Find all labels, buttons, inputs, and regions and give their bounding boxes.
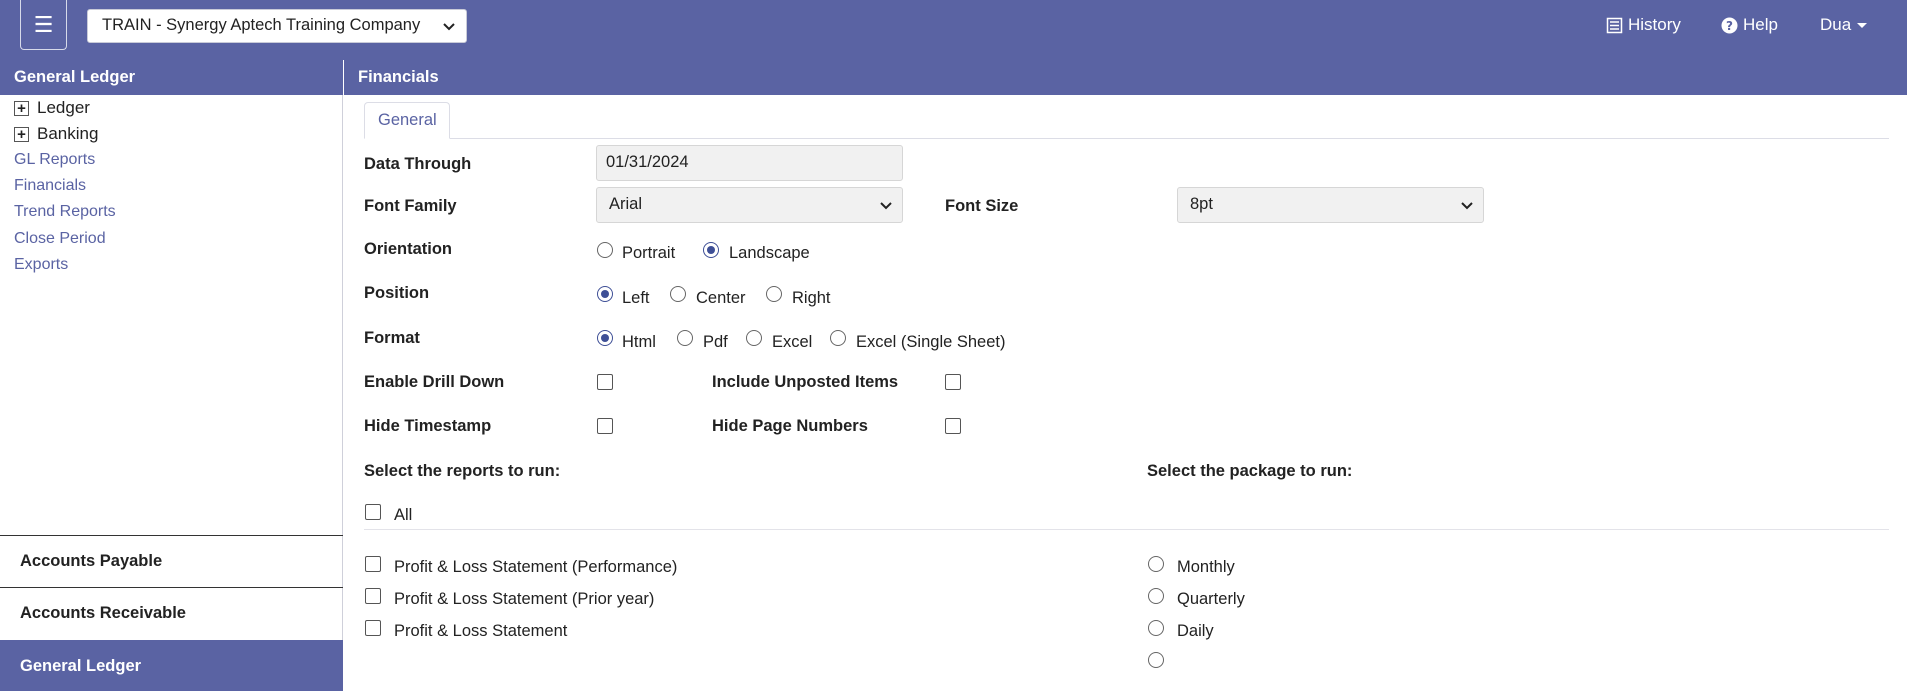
module-accounts-payable[interactable]: Accounts Payable <box>0 535 343 587</box>
sidebar-link-trend-reports[interactable]: Trend Reports <box>14 203 116 221</box>
svg-text:?: ? <box>1726 19 1733 33</box>
font-family-value: Arial <box>609 195 643 213</box>
top-bar: ☰ TRAIN - Synergy Aptech Training Compan… <box>0 0 1907 60</box>
data-through-input[interactable]: 01/31/2024 <box>596 145 903 181</box>
font-size-label: Font Size <box>945 197 1019 215</box>
format-excel-single-radio[interactable] <box>830 330 846 346</box>
all-reports-checkbox[interactable] <box>365 504 381 520</box>
report-label: Profit & Loss Statement (Prior year) <box>394 590 655 608</box>
tree-node-ledger[interactable]: + Ledger <box>14 98 90 118</box>
history-label: History <box>1628 15 1681 34</box>
package-quarterly-label: Quarterly <box>1177 590 1245 608</box>
hide-page-numbers-checkbox[interactable] <box>945 418 961 434</box>
chevron-down-icon <box>880 202 892 210</box>
position-right-radio[interactable] <box>766 286 782 302</box>
orientation-portrait-radio[interactable] <box>597 242 613 258</box>
report-label: Profit & Loss Statement <box>394 622 568 640</box>
help-icon: ? <box>1721 17 1738 33</box>
history-link[interactable]: History <box>1606 15 1681 35</box>
tab-general[interactable]: General <box>364 102 450 139</box>
font-family-label: Font Family <box>364 197 457 215</box>
chevron-down-icon <box>443 23 455 31</box>
font-size-select[interactable]: 8pt <box>1177 187 1484 223</box>
hide-timestamp-label: Hide Timestamp <box>364 417 492 435</box>
format-excel-radio[interactable] <box>746 330 762 346</box>
chevron-down-icon <box>1461 202 1473 210</box>
format-pdf-label: Pdf <box>703 333 728 351</box>
format-label: Format <box>364 329 420 347</box>
include-unposted-label: Include Unposted Items <box>712 373 899 391</box>
sidebar-link-exports[interactable]: Exports <box>14 256 68 274</box>
package-daily-label: Daily <box>1177 622 1214 640</box>
report-checkbox[interactable] <box>365 588 381 604</box>
position-label: Position <box>364 284 430 302</box>
format-excel-single-label: Excel (Single Sheet) <box>856 333 1006 351</box>
font-family-select[interactable]: Arial <box>596 187 903 223</box>
tree-node-label: Ledger <box>37 98 90 117</box>
hide-page-numbers-label: Hide Page Numbers <box>712 417 868 435</box>
help-label: Help <box>1743 15 1778 34</box>
expand-icon[interactable]: + <box>14 126 29 142</box>
position-left-label: Left <box>622 289 650 307</box>
sidebar-link-close-period[interactable]: Close Period <box>14 230 106 248</box>
report-checkbox[interactable] <box>365 556 381 572</box>
package-section-label: Select the package to run: <box>1147 462 1353 480</box>
package-monthly-radio[interactable] <box>1148 556 1164 572</box>
user-menu[interactable]: Dua <box>1820 15 1868 35</box>
company-select-value: TRAIN - Synergy Aptech Training Company <box>102 16 421 34</box>
sidebar-header: General Ledger <box>0 60 343 95</box>
sidebar: + Ledger + Banking GL Reports Financials… <box>0 95 343 691</box>
report-label: Profit & Loss Statement (Performance) <box>394 558 678 576</box>
orientation-label: Orientation <box>364 240 453 258</box>
tree-node-label: Banking <box>37 124 99 143</box>
reports-section-label: Select the reports to run: <box>364 462 561 480</box>
sidebar-link-financials[interactable]: Financials <box>14 177 86 195</box>
data-through-label: Data Through <box>364 155 472 173</box>
package-daily-radio[interactable] <box>1148 620 1164 636</box>
user-name: Dua <box>1820 15 1852 34</box>
menu-button[interactable]: ☰ <box>20 0 67 50</box>
company-select[interactable]: TRAIN - Synergy Aptech Training Company <box>87 9 467 43</box>
orientation-portrait-label: Portrait <box>622 244 676 262</box>
format-html-radio[interactable] <box>597 330 613 346</box>
orientation-landscape-radio[interactable] <box>703 242 719 258</box>
module-general-ledger[interactable]: General Ledger <box>0 640 343 691</box>
history-icon <box>1606 17 1623 33</box>
reports-divider <box>364 529 1889 530</box>
package-unnamed-radio[interactable] <box>1148 652 1164 668</box>
tree-node-banking[interactable]: + Banking <box>14 124 98 144</box>
page-title: Financials <box>344 60 1907 95</box>
package-quarterly-radio[interactable] <box>1148 588 1164 604</box>
format-pdf-radio[interactable] <box>677 330 693 346</box>
format-excel-label: Excel <box>772 333 813 351</box>
report-checkbox[interactable] <box>365 620 381 636</box>
hide-timestamp-checkbox[interactable] <box>597 418 613 434</box>
module-accounts-receivable[interactable]: Accounts Receivable <box>0 587 343 639</box>
enable-drill-down-label: Enable Drill Down <box>364 373 505 391</box>
position-center-radio[interactable] <box>670 286 686 302</box>
expand-icon[interactable]: + <box>14 100 29 116</box>
sidebar-link-gl-reports[interactable]: GL Reports <box>14 151 95 169</box>
caret-down-icon <box>1857 23 1868 28</box>
orientation-landscape-label: Landscape <box>729 244 810 262</box>
main-content: General Data Through 01/31/2024 Font Fam… <box>344 95 1907 691</box>
position-left-radio[interactable] <box>597 286 613 302</box>
tab-divider <box>364 138 1889 139</box>
font-size-value: 8pt <box>1190 195 1213 213</box>
all-reports-label: All <box>394 506 413 524</box>
hamburger-icon: ☰ <box>33 11 54 37</box>
help-link[interactable]: ? Help <box>1721 15 1778 35</box>
include-unposted-checkbox[interactable] <box>945 374 961 390</box>
enable-drill-down-checkbox[interactable] <box>597 374 613 390</box>
position-center-label: Center <box>696 289 746 307</box>
format-html-label: Html <box>622 333 656 351</box>
package-monthly-label: Monthly <box>1177 558 1235 576</box>
position-right-label: Right <box>792 289 831 307</box>
